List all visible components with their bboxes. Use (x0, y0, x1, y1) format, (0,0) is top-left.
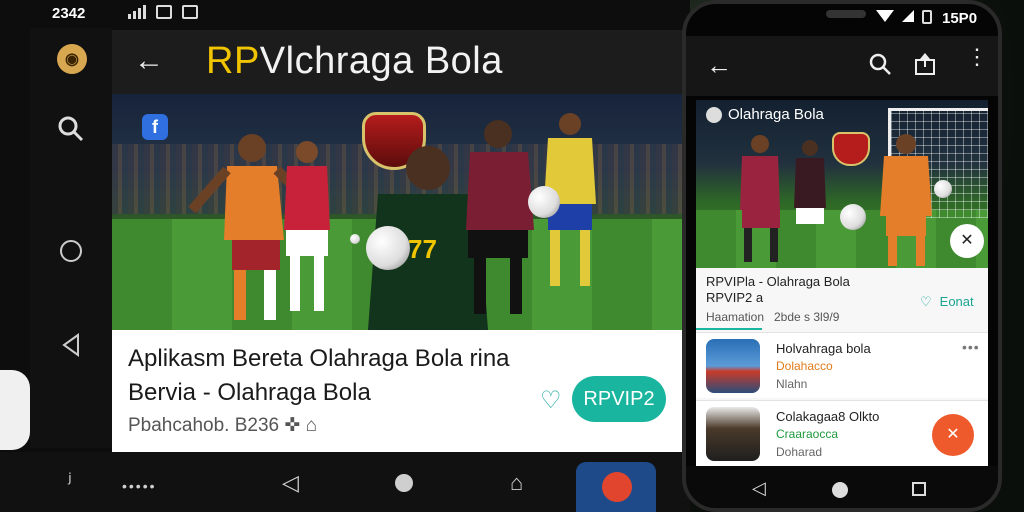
nav-recent-icon[interactable]: ⌂ (510, 470, 523, 496)
app-logo-icon (706, 106, 722, 123)
puzzle-icon: ✜ (284, 415, 301, 436)
more-dots-icon[interactable]: ••••• (122, 478, 157, 494)
item-subtitle: Dolahacco (776, 359, 833, 373)
facebook-icon[interactable]: f (142, 114, 168, 140)
like-label: Eonat (939, 294, 974, 309)
app-bar: ← RPVlchraga Bola (112, 30, 684, 94)
page-title: RPVlchraga Bola (206, 40, 503, 83)
back-arrow-icon[interactable]: ← (706, 50, 732, 81)
shop-icon: ⌂ (305, 415, 318, 436)
side-panel-edge (0, 370, 30, 450)
card-meta-right: 2bde s 3l9/9 (774, 310, 840, 324)
football (366, 226, 410, 270)
football (350, 234, 360, 244)
football (840, 204, 866, 230)
player-orange (880, 134, 932, 266)
svg-text:77: 77 (408, 234, 437, 264)
player-red-white (284, 141, 330, 311)
back-triangle-icon[interactable] (54, 328, 88, 362)
phone-hero-banner[interactable]: Olahraga Bola ✕ (696, 100, 988, 268)
favorite-heart-icon[interactable]: ♡ (540, 386, 562, 415)
nav-recent-icon[interactable] (912, 482, 926, 496)
screenshot-scene: 2342 ◉ ← RPVlchraga Bola f 77 Aplikasm B… (0, 0, 1024, 512)
more-vert-icon[interactable]: ⋮ (966, 46, 988, 68)
battery-icon (922, 10, 932, 24)
title-rest: Vlchraga Bola (259, 40, 503, 82)
app-logo-icon[interactable]: ◉ (57, 44, 87, 74)
nav-home-icon[interactable] (832, 482, 848, 498)
wifi-icon (876, 10, 894, 22)
app-meta: Pbahcahob. B236 ✜ ⌂ (128, 414, 317, 437)
phone-status-icons (876, 10, 932, 24)
hero-title: Olahraga Bola (706, 106, 824, 123)
notification-icon (156, 5, 172, 19)
card-line-2: RPVIP2 a (706, 290, 764, 305)
search-icon[interactable] (868, 52, 892, 76)
phone-nav-bar: ◁ (686, 466, 998, 508)
back-arrow-icon[interactable]: ← (134, 46, 168, 80)
heart-icon: ♡ (920, 294, 932, 309)
tablet-device: 2342 ◉ ← RPVlchraga Bola f 77 Aplikasm B… (0, 0, 690, 512)
status-bar: 2342 (0, 0, 690, 28)
card-line-1: RPVIPla - Olahraga Bola (706, 274, 850, 289)
gear-icon (602, 472, 632, 502)
close-x-icon[interactable]: ✕ (950, 224, 984, 258)
close-fab-button[interactable]: ✕ (932, 414, 974, 456)
item-subtitle: Craaraocca (776, 427, 839, 441)
more-dots-icon[interactable]: ••• (962, 339, 980, 355)
phone-app-bar: ← ⋮ (686, 36, 998, 96)
phone-device: 15P0 ← ⋮ Olahraga Bola ✕ RPVIPla - Olahr… (682, 0, 1002, 512)
title-line-1: Aplikasm Bereta Olahraga Bola rina (128, 345, 510, 372)
football (934, 180, 952, 198)
item-thumbnail (706, 339, 760, 393)
tab-indicator (696, 328, 762, 330)
item-detail: Nlahn (776, 377, 808, 391)
app-description-title: Aplikasm Bereta Olahraga Bola rina Bervi… (128, 342, 598, 410)
gesture-handle-icon[interactable]: ⱼ (68, 462, 72, 488)
item-detail: Doharad (776, 445, 823, 459)
status-icons (128, 5, 198, 19)
navigation-rail: ◉ (30, 28, 112, 448)
image-icon (182, 5, 198, 19)
title-highlight: RP (206, 40, 260, 82)
title-line-2: Bervia - Olahraga Bola (128, 379, 371, 406)
signal-icon (128, 5, 146, 19)
list-item[interactable]: Holvahraga bola Dolahacco Nlahn ••• (696, 332, 988, 398)
settings-thumbnail[interactable] (576, 462, 656, 512)
football (528, 186, 560, 218)
nav-back-icon[interactable]: ◁ (282, 470, 299, 496)
share-icon[interactable] (914, 52, 936, 76)
card-meta-left: Haamation (706, 310, 765, 324)
promo-code-button[interactable]: RPVIP2 (572, 376, 666, 422)
item-title: Holvahraga bola (776, 341, 871, 356)
home-circle-icon[interactable] (54, 234, 88, 268)
hero-banner[interactable]: f 77 (112, 94, 684, 330)
item-thumbnail (706, 407, 760, 461)
nav-home-icon[interactable] (395, 474, 413, 492)
like-button[interactable]: ♡ Eonat (920, 294, 974, 310)
meta-text: Pbahcahob. B236 (128, 415, 280, 436)
app-info-card: Aplikasm Bereta Olahraga Bola rina Bervi… (112, 330, 684, 452)
club-crest-icon (832, 132, 870, 166)
item-title: Colakagaa8 Olkto (776, 409, 880, 424)
player-dark (794, 140, 826, 224)
phone-status-bar: 15P0 (686, 4, 998, 36)
hero-title-text: Olahraga Bola (728, 106, 824, 123)
search-icon[interactable] (54, 112, 88, 146)
signal-icon (902, 10, 914, 22)
status-time: 2342 (52, 5, 86, 22)
nav-back-icon[interactable]: ◁ (752, 478, 766, 499)
camera-notch (826, 10, 866, 18)
phone-status-time: 15P0 (942, 10, 978, 27)
